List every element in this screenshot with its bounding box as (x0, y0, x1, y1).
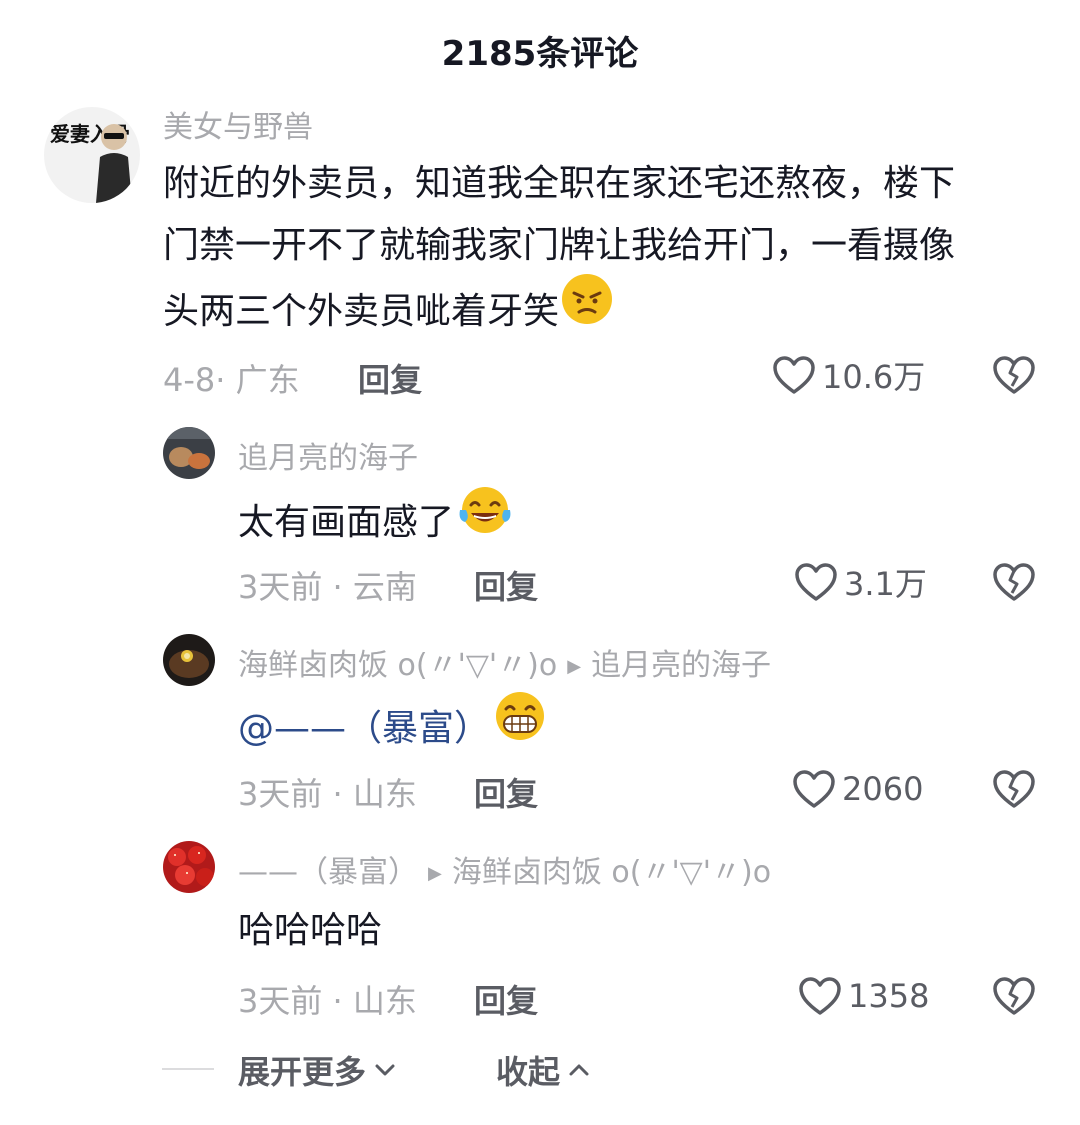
broken-heart-icon (993, 770, 1035, 808)
comment-meta: 3天前 · 山东 (238, 982, 417, 1020)
chevron-down-icon (375, 1064, 395, 1076)
dislike-button[interactable] (992, 769, 1036, 813)
like-button[interactable]: 2060 (792, 764, 923, 814)
angry-face-emoji (561, 273, 613, 345)
collapse-label: 收起 (496, 1053, 561, 1091)
like-button[interactable]: 1358 (798, 971, 929, 1021)
user-mention-link[interactable]: @——（暴富） (238, 708, 490, 749)
comment-text: 太有画面感了 (238, 487, 514, 560)
reply-target-name[interactable]: 追月亮的海子 (591, 648, 771, 683)
comment-text-line: 头两三个外卖员呲着牙笑 (163, 291, 560, 332)
chevron-up-icon (569, 1064, 589, 1076)
heart-icon (799, 977, 841, 1015)
comment-author: ——（暴富） ▶ 海鲜卤肉饭 o(〃'▽'〃)o (238, 847, 771, 891)
dislike-button[interactable] (992, 562, 1036, 606)
reply-target-name[interactable]: 海鲜卤肉饭 o(〃'▽'〃)o (452, 855, 771, 890)
expand-more-button[interactable]: 展开更多 (238, 1047, 396, 1093)
like-button[interactable]: 10.6万 (772, 350, 925, 400)
comment-text: @——（暴富） (238, 692, 548, 766)
comment-meta: 3天前 · 山东 (238, 775, 417, 813)
avatar[interactable] (163, 427, 215, 479)
avatar[interactable]: 爱妻入骨 (44, 107, 140, 203)
avatar[interactable] (163, 634, 215, 686)
grinning-face-emoji (492, 690, 548, 762)
broken-heart-icon (993, 563, 1035, 601)
dislike-button[interactable] (992, 976, 1036, 1020)
comment-meta: 3天前 · 云南 (238, 568, 417, 606)
comment-text: 附近的外卖员，知道我全职在家还宅还熬夜，楼下 门禁一开不了就输我家门牌让我给开门… (163, 153, 1043, 349)
comment-text-line: 门禁一开不了就输我家门牌让我给开门，一看摄像 (163, 225, 956, 266)
like-count: 10.6万 (822, 358, 926, 396)
comment-author: 海鲜卤肉饭 o(〃'▽'〃)o ▶ 追月亮的海子 (238, 640, 771, 684)
reply-button[interactable]: 回复 (474, 562, 538, 608)
broken-heart-icon (993, 977, 1035, 1015)
reply-button[interactable]: 回复 (474, 976, 538, 1022)
heart-icon (773, 356, 815, 394)
avatar[interactable] (163, 841, 215, 893)
reply-arrow-icon: ▶ (428, 863, 442, 884)
like-count: 3.1万 (844, 565, 927, 603)
reply-author-name[interactable]: ——（暴富） (238, 855, 418, 890)
heart-icon (795, 563, 837, 601)
divider (162, 1068, 214, 1070)
comment-meta: 4-8· 广东 (163, 361, 300, 399)
heart-icon (793, 770, 835, 808)
comment-panel: 2185条评论 爱妻入骨 美女与野兽 附近的外卖员，知道我全职在家还宅还熬夜，楼… (0, 0, 1080, 1125)
broken-heart-icon (993, 356, 1035, 394)
collapse-button[interactable]: 收起 (496, 1047, 590, 1093)
comment-text-line: 附近的外卖员，知道我全职在家还宅还熬夜，楼下 (163, 163, 956, 204)
like-count: 2060 (842, 770, 924, 808)
comment-count-title: 2185条评论 (441, 34, 639, 74)
expand-more-label: 展开更多 (238, 1053, 367, 1091)
comment-author[interactable]: 追月亮的海子 (238, 433, 418, 477)
like-button[interactable]: 3.1万 (794, 557, 927, 607)
reply-controls: 展开更多 收起 (0, 1043, 1080, 1093)
reply-author-name[interactable]: 海鲜卤肉饭 o(〃'▽'〃)o (238, 648, 557, 683)
reply-arrow-icon: ▶ (567, 656, 582, 677)
like-count: 1358 (848, 977, 930, 1015)
reply-button[interactable]: 回复 (474, 769, 538, 815)
comment-author[interactable]: 美女与野兽 (163, 102, 313, 146)
comment-text-content: 太有画面感了 (238, 502, 455, 543)
tears-of-joy-emoji (456, 484, 514, 556)
dislike-button[interactable] (992, 355, 1036, 399)
comment-text: 哈哈哈哈 (238, 910, 383, 951)
reply-button[interactable]: 回复 (358, 355, 422, 401)
